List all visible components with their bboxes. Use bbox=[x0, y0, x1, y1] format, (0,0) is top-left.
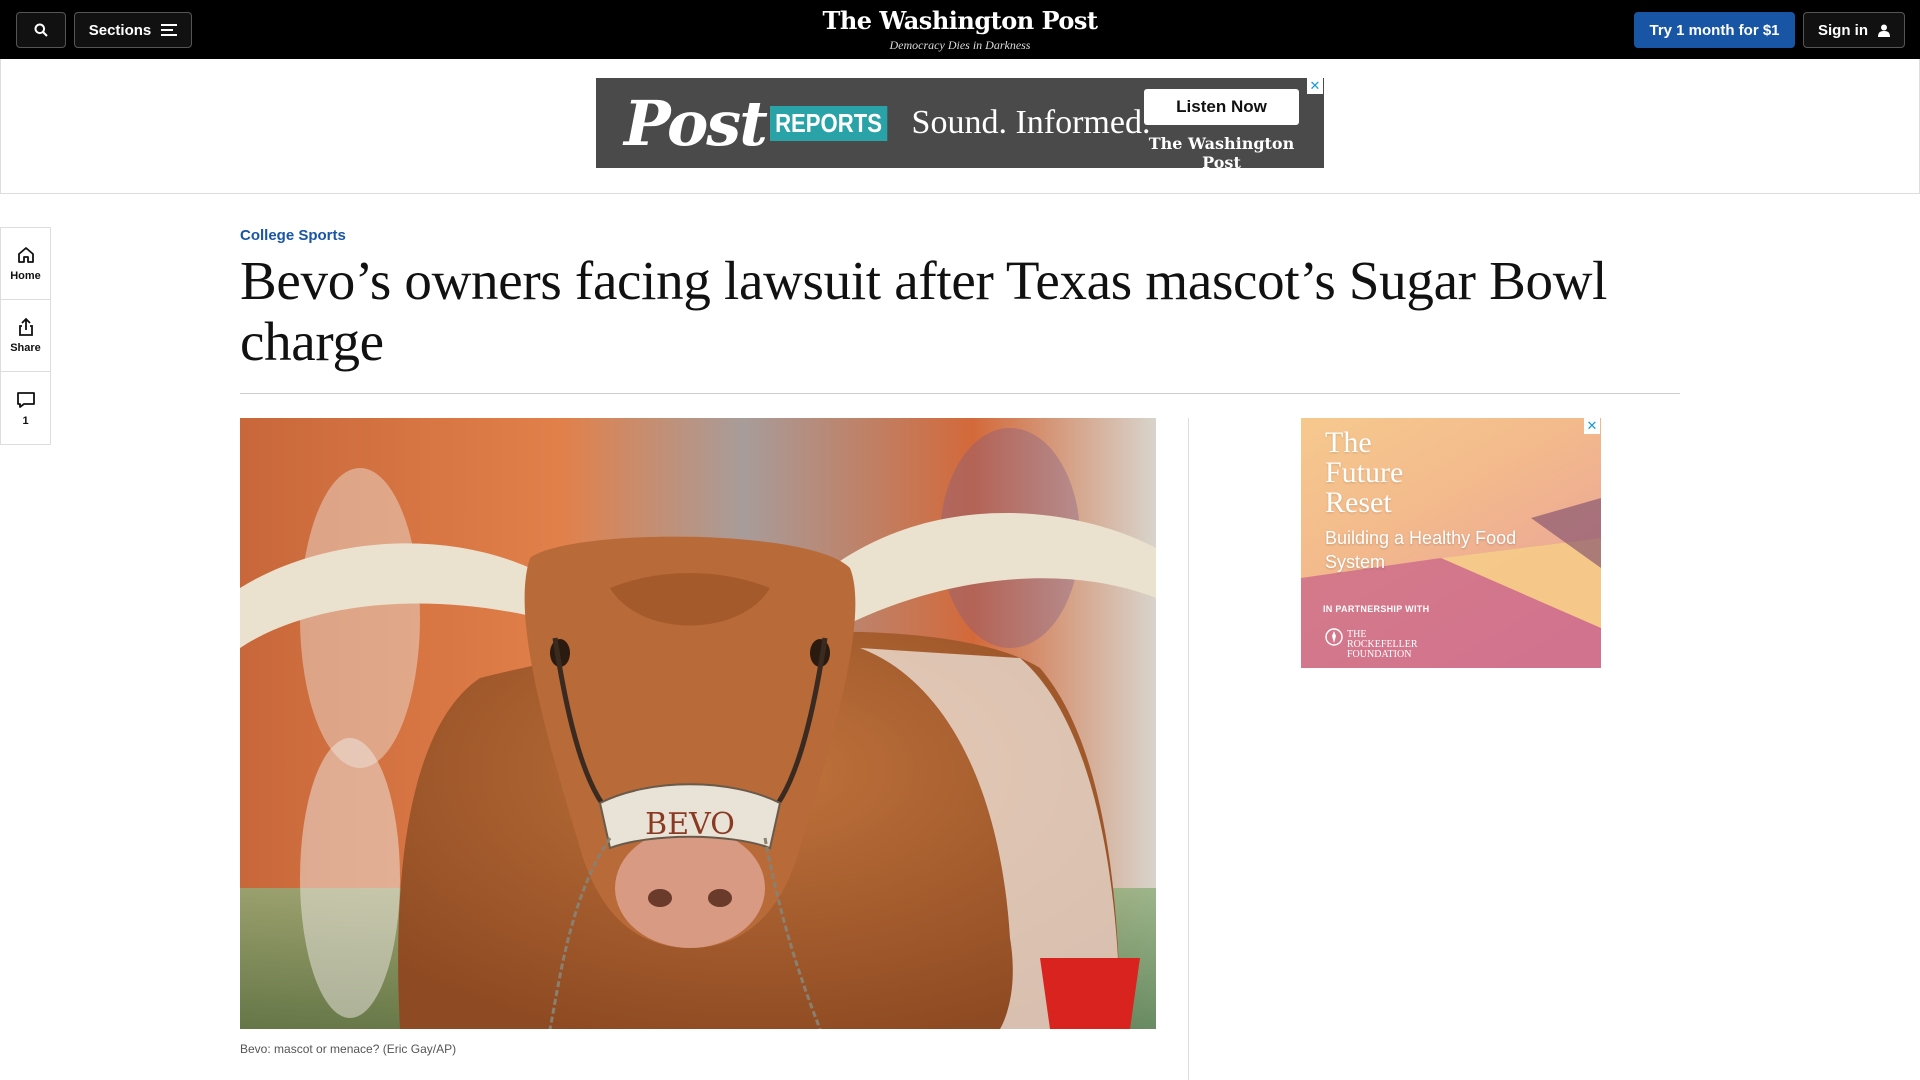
comments-count: 1 bbox=[22, 414, 29, 427]
subscribe-button[interactable]: Try 1 month for $1 bbox=[1634, 12, 1795, 48]
side-ad-close-icon[interactable]: ✕ bbox=[1584, 418, 1600, 434]
halter-text: BEVO bbox=[645, 807, 735, 842]
longhorn-illustration: BEVO bbox=[240, 418, 1156, 1029]
comment-icon bbox=[16, 391, 35, 408]
search-button[interactable] bbox=[16, 12, 66, 48]
ad-subtitle: Building a Healthy Food System bbox=[1325, 528, 1517, 572]
home-button[interactable]: Home bbox=[1, 228, 50, 300]
ad-product: REPORTS bbox=[769, 105, 887, 141]
article-headline: Bevo’s owners facing lawsuit after Texas… bbox=[240, 250, 1608, 372]
column-divider bbox=[1188, 418, 1189, 1080]
sections-menu-button[interactable]: Sections bbox=[74, 12, 192, 48]
ad-partner-label: IN PARTNERSHIP WITH bbox=[1323, 604, 1430, 614]
user-icon bbox=[1878, 24, 1890, 37]
comments-button[interactable]: 1 bbox=[1, 372, 50, 444]
site-tagline: Democracy Dies in Darkness bbox=[889, 38, 1031, 52]
headline-divider bbox=[240, 393, 1680, 394]
top-navigation-bar: Sections The Washington Post Democracy D… bbox=[0, 0, 1920, 59]
search-icon bbox=[34, 23, 48, 37]
share-icon bbox=[18, 317, 33, 336]
lead-photo-longhorn[interactable]: BEVO bbox=[240, 418, 1156, 1029]
photo-caption: Bevo: mascot or menace? (Eric Gay/AP) bbox=[240, 1042, 457, 1056]
masthead[interactable]: The Washington Post Democracy Dies in Da… bbox=[760, 6, 1160, 53]
ad-title: The Future Reset bbox=[1325, 426, 1404, 519]
sign-in-button[interactable]: Sign in bbox=[1803, 12, 1905, 48]
home-label: Home bbox=[10, 270, 41, 282]
sign-in-label: Sign in bbox=[1818, 21, 1868, 39]
ad-close-icon[interactable]: ✕ bbox=[1307, 78, 1323, 94]
ad-partner-name: THE ROCKEFELLER FOUNDATION bbox=[1347, 629, 1418, 660]
post-reports-ad[interactable]: Post REPORTS Sound. Informed. Listen Now… bbox=[596, 78, 1324, 172]
share-label: Share bbox=[10, 342, 41, 354]
rockefeller-logo-icon bbox=[1325, 628, 1343, 646]
section-kicker-link[interactable]: College Sports bbox=[240, 227, 346, 244]
ad-slogan: Sound. Informed. bbox=[911, 104, 1151, 141]
future-reset-ad[interactable]: The Future Reset Building a Healthy Food… bbox=[1301, 418, 1601, 668]
ad-publisher: The Washington Post bbox=[1148, 134, 1295, 172]
share-button[interactable]: Share bbox=[1, 300, 50, 372]
listen-now-button[interactable]: Listen Now bbox=[1144, 89, 1299, 125]
sections-label: Sections bbox=[88, 21, 152, 39]
menu-icon bbox=[161, 24, 178, 36]
ad-brand: Post bbox=[624, 86, 768, 160]
site-logo[interactable]: The Washington Post bbox=[760, 6, 1160, 35]
home-icon bbox=[17, 247, 34, 263]
article-tools-rail: Home Share 1 bbox=[0, 227, 51, 445]
